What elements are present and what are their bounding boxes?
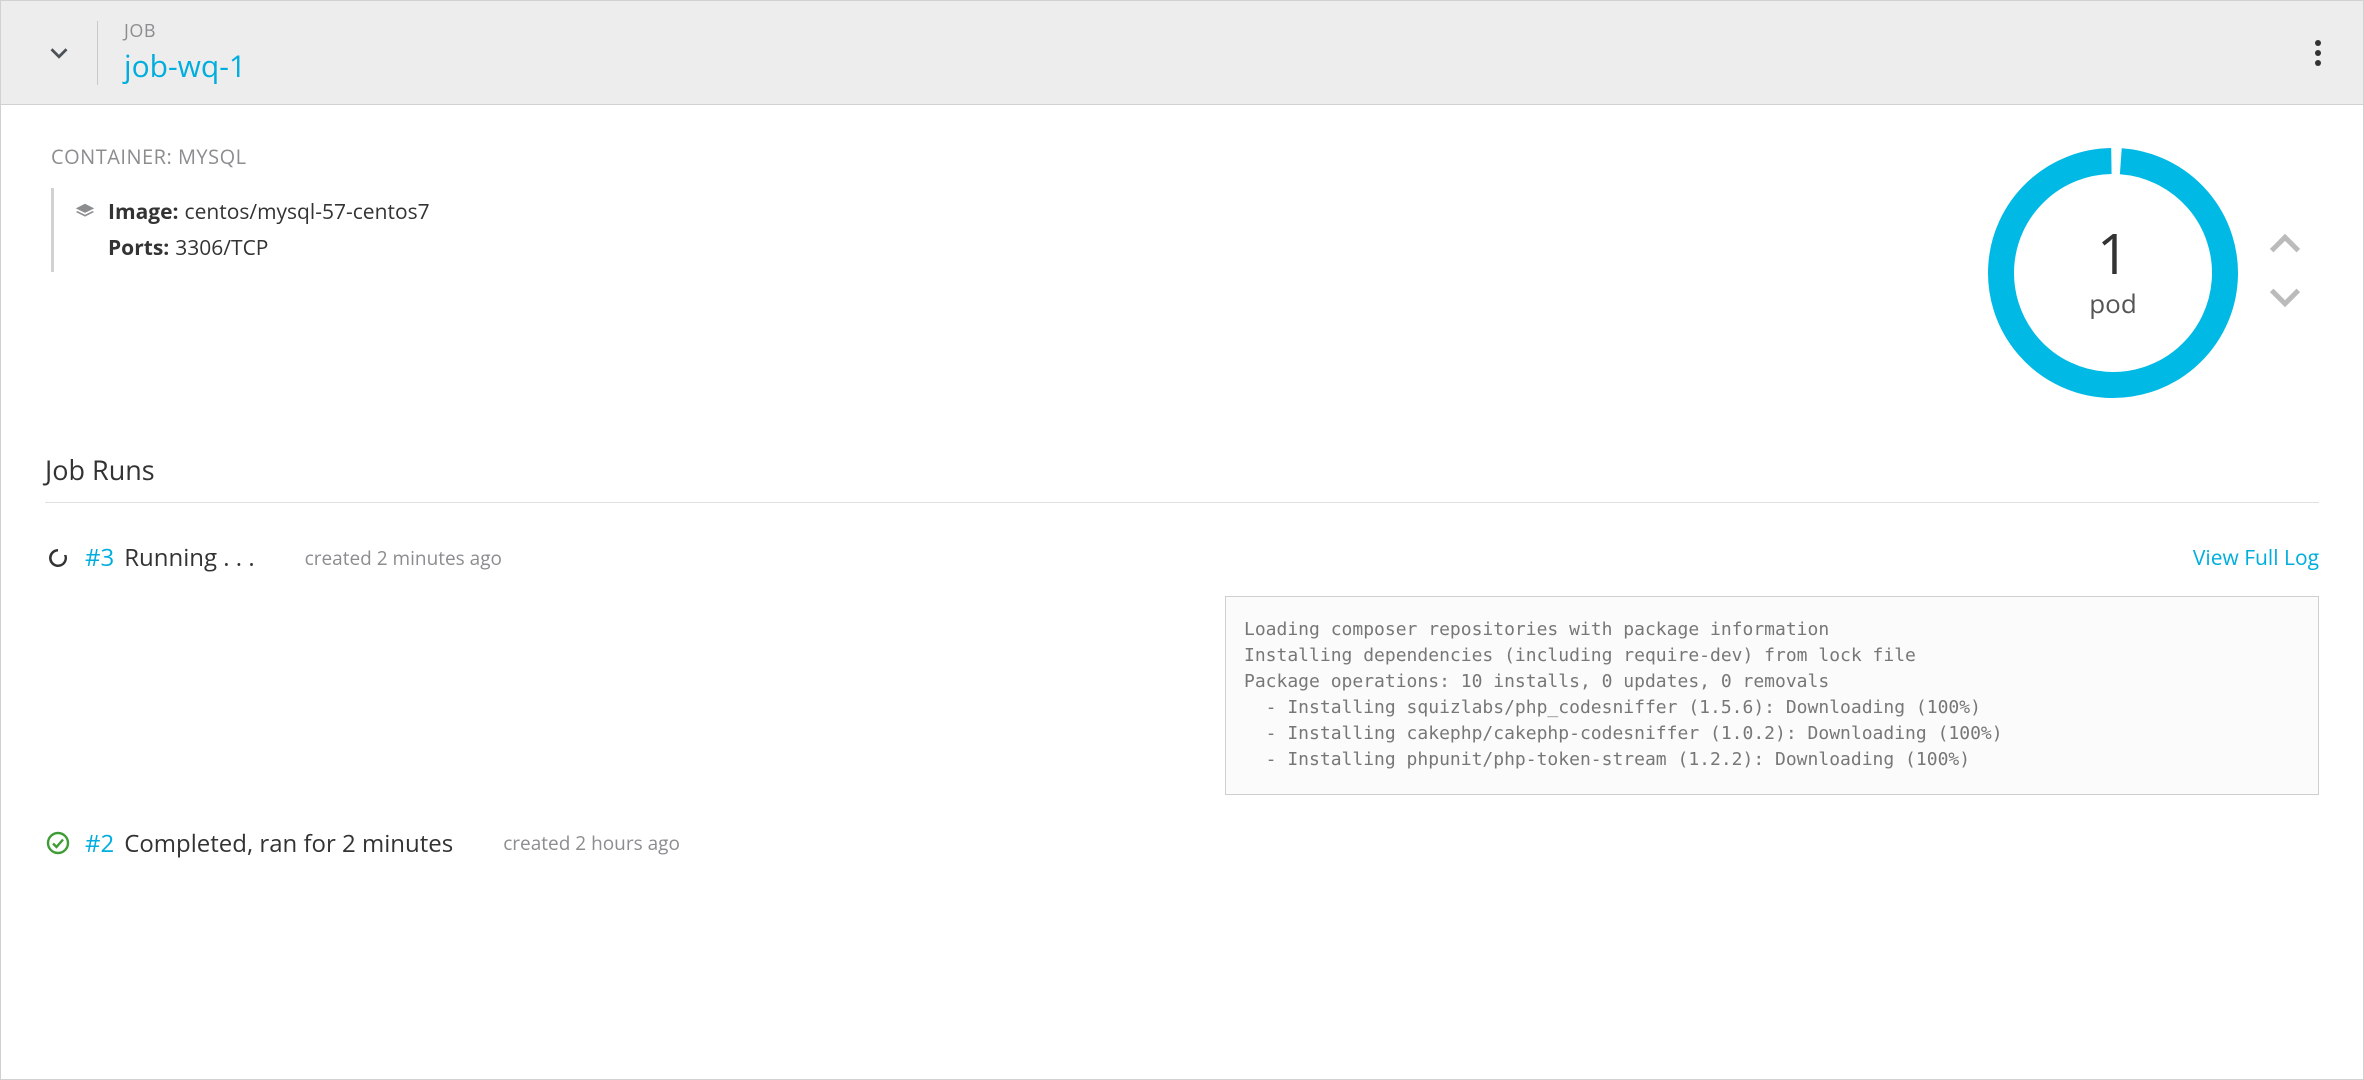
job-run-row: #3 Running . . . created 2 minutes ago V… <box>45 541 2319 795</box>
ports-key: Ports: <box>108 234 169 262</box>
run-created: created 2 hours ago <box>503 830 680 856</box>
view-full-log-link[interactable]: View Full Log <box>2193 544 2319 572</box>
running-spinner-icon <box>45 545 71 571</box>
job-runs-heading: Job Runs <box>45 451 2319 503</box>
run-status: Running . . . <box>124 541 254 574</box>
run-created: created 2 minutes ago <box>305 545 502 571</box>
completed-check-icon <box>45 830 71 856</box>
resource-name-link[interactable]: job-wq-1 <box>124 45 246 86</box>
scale-down-button[interactable] <box>2261 273 2309 326</box>
resource-kind: JOB <box>124 19 246 43</box>
expand-toggle[interactable] <box>31 38 87 68</box>
scale-up-button[interactable] <box>2261 220 2309 273</box>
header-divider <box>97 21 98 85</box>
container-info: CONTAINER: MYSQL Image: centos/mysql-57-… <box>45 143 430 403</box>
container-title-prefix: CONTAINER: <box>51 143 172 170</box>
run-id-link[interactable]: #2 <box>85 827 114 860</box>
job-run-row: #2 Completed, ran for 2 minutes created … <box>45 827 2319 860</box>
image-key: Image: <box>108 198 179 226</box>
actions-kebab-menu[interactable] <box>2293 22 2343 84</box>
pod-label: pod <box>2089 285 2136 321</box>
image-layers-icon <box>74 201 96 223</box>
container-title-name: MYSQL <box>178 143 247 170</box>
pod-donut-chart: 1 pod <box>1983 143 2243 403</box>
run-status: Completed, ran for 2 minutes <box>124 827 453 860</box>
image-value: centos/mysql-57-centos7 <box>185 198 430 226</box>
ports-value: 3306/TCP <box>175 234 268 262</box>
run-id-link[interactable]: #3 <box>85 541 114 574</box>
pod-count: 1 <box>2097 225 2129 281</box>
run-log-output: Loading composer repositories with packa… <box>1225 596 2319 795</box>
